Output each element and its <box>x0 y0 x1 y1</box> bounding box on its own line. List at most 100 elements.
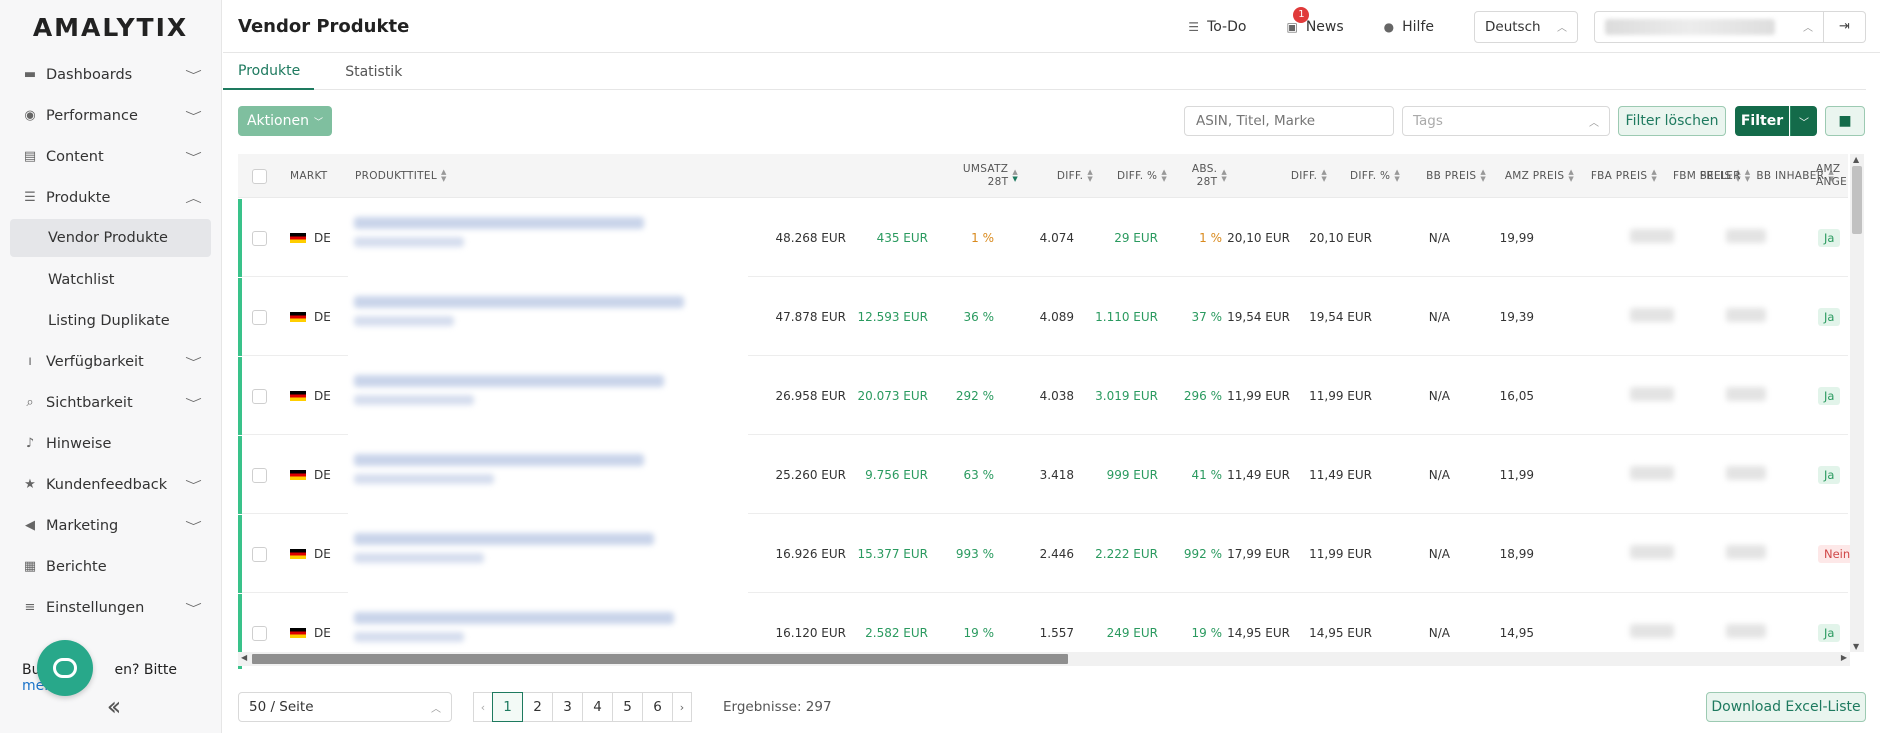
row-checkbox[interactable] <box>252 467 267 483</box>
filter-dropdown-button[interactable]: ﹀ <box>1790 106 1817 136</box>
germany-flag-icon <box>290 549 306 559</box>
header-diff2[interactable]: DIFF. ▲ ▼ <box>1238 154 1327 198</box>
header-bb-preis[interactable]: BB PREIS ▲ ▼ <box>1398 154 1486 198</box>
row-checkbox[interactable] <box>252 625 267 641</box>
product-title-redacted[interactable] <box>348 199 748 277</box>
page-button[interactable]: 1 <box>492 692 523 722</box>
tab-produkte[interactable]: Produkte <box>223 54 315 90</box>
header-amz-angebot-wrap: AMZ ANGE <box>1816 163 1847 189</box>
filter-button[interactable]: Filter <box>1735 106 1789 136</box>
tags-select[interactable]: Tags ︿ <box>1402 106 1610 136</box>
cell-umsatz: 16.926 EUR <box>775 547 846 561</box>
header-abs[interactable]: ABS. 28T ▲ ▼ <box>1138 154 1227 198</box>
row-checkbox[interactable] <box>252 230 267 246</box>
account-select[interactable]: ︿ <box>1594 10 1824 43</box>
header-amz-preis[interactable]: AMZ PREIS ▲ ▼ <box>1478 154 1574 198</box>
page-button[interactable]: 6 <box>642 692 673 722</box>
saved-filters-button[interactable]: ■ <box>1825 106 1865 136</box>
row-checkbox[interactable] <box>252 388 267 404</box>
header-fba-preis[interactable]: FBA PREIS ▲ ▼ <box>1568 154 1657 198</box>
table-row[interactable]: DE 48.268 EUR 435 EUR 1 % 4.074 29 EUR 1 % 20,1… <box>238 199 1848 277</box>
row-checkbox[interactable] <box>252 309 267 325</box>
sidebar-item-berichte[interactable]: ▦ Berichte <box>0 546 221 587</box>
collapse-sidebar-icon[interactable]: ‹‹ <box>0 690 222 724</box>
news-link[interactable]: ▣ 1 News <box>1286 6 1344 35</box>
scroll-up-icon[interactable]: ▲ <box>1853 155 1859 164</box>
select-all-cell <box>252 154 268 198</box>
sidebar-subitem-watchlist[interactable]: Watchlist <box>0 259 221 300</box>
marketplace-code: DE <box>314 626 331 640</box>
sidebar-subitem-listing-duplikate[interactable]: Listing Duplikate <box>0 300 221 341</box>
actions-dropdown-button[interactable]: Aktionen ﹀ <box>238 106 332 136</box>
header-markt[interactable]: MARKT <box>290 154 350 198</box>
sidebar-subitem-vendor-produkte[interactable]: Vendor Produkte <box>10 219 211 257</box>
header-seller[interactable]: SELLER ▲ ▼ <box>1700 154 1760 198</box>
seller-redacted <box>1726 545 1766 559</box>
redacted-line <box>354 375 664 387</box>
help-link[interactable]: ● Hilfe <box>1384 19 1434 35</box>
cell-diff-pct: 292 % <box>955 389 994 403</box>
page-button[interactable]: 2 <box>522 692 553 722</box>
cell-diff2: 2.222 EUR <box>1095 547 1158 561</box>
chat-widget-button[interactable] <box>37 640 93 696</box>
sidebar-item-verf-gbarkeit[interactable]: ı Verfügbarkeit ﹀ <box>0 341 221 382</box>
tab-statistik[interactable]: Statistik <box>330 54 416 90</box>
page-button[interactable]: 5 <box>612 692 643 722</box>
seller-redacted <box>1726 624 1766 638</box>
header-amz-angebot-label-2: ANGE <box>1816 176 1848 188</box>
product-title-redacted[interactable] <box>348 436 748 514</box>
page-button[interactable]: 4 <box>582 692 613 722</box>
vertical-scroll-thumb[interactable] <box>1852 166 1862 234</box>
download-excel-button[interactable]: Download Excel-Liste <box>1706 692 1866 722</box>
header-diff[interactable]: DIFF. ▲ ▼ <box>1008 154 1093 198</box>
next-page-icon[interactable]: › <box>672 692 692 722</box>
page-button[interactable]: 3 <box>552 692 583 722</box>
header-amz-angebot[interactable]: AMZ ANGE <box>1816 154 1848 198</box>
scroll-down-icon[interactable]: ▼ <box>1853 642 1859 651</box>
language-select[interactable]: Deutsch ︿ <box>1474 10 1578 43</box>
sidebar-item-einstellungen[interactable]: ≡ Einstellungen ﹀ <box>0 587 221 628</box>
toolbar: Aktionen ﹀ Tags ︿ Filter löschen Filter … <box>238 106 1866 138</box>
topbar: Vendor Produkte ☰ To-Do ▣ 1 News ● Hilfe… <box>223 0 1880 53</box>
cell-amz-preis: 20,10 EUR <box>1309 231 1372 245</box>
header-produkttitel[interactable]: PRODUKTTITEL ▲ ▼ <box>355 154 475 198</box>
product-title-redacted[interactable] <box>348 515 748 593</box>
sidebar-item-content[interactable]: ▤ Content ﹀ <box>0 136 221 177</box>
sidebar-item-dashboards[interactable]: ▬ Dashboards ﹀ <box>0 54 221 95</box>
logout-button[interactable]: ⇥ <box>1824 10 1866 43</box>
row-checkbox[interactable] <box>252 546 267 562</box>
sidebar-item-hinweise[interactable]: ♪ Hinweise <box>0 423 221 464</box>
amz-angebot-badge: Ja <box>1818 229 1841 247</box>
table-row[interactable]: DE 16.926 EUR 15.377 EUR 993 % 2.446 2.222 EU… <box>238 515 1857 593</box>
cell-umsatz: 47.878 EUR <box>775 310 846 324</box>
table-row[interactable]: DE 26.958 EUR 20.073 EUR 292 % 4.038 3.019 EU… <box>238 357 1848 435</box>
cell-amz-preis: 19,54 EUR <box>1309 310 1372 324</box>
table-row[interactable]: DE 25.260 EUR 9.756 EUR 63 % 3.418 999 EUR 41 … <box>238 436 1848 514</box>
clear-filter-button[interactable]: Filter löschen <box>1618 106 1726 136</box>
prev-page-icon[interactable]: ‹ <box>473 692 493 722</box>
select-all-checkbox[interactable] <box>252 168 267 184</box>
page-size-select[interactable]: 50 / Seite ︿ <box>238 692 452 722</box>
product-title-redacted[interactable] <box>348 278 748 356</box>
row-status-indicator <box>238 199 242 277</box>
cell-markt: DE <box>290 278 331 356</box>
product-title-redacted[interactable] <box>348 357 748 435</box>
horizontal-scroll-thumb[interactable] <box>252 654 1068 664</box>
vertical-scrollbar[interactable]: ▲ ▼ <box>1850 154 1864 652</box>
search-input[interactable] <box>1184 106 1394 136</box>
todo-link[interactable]: ☰ To-Do <box>1188 19 1246 35</box>
sidebar-item-produkte[interactable]: ☰ Produkte ︿ <box>0 177 221 218</box>
sidebar-item-performance[interactable]: ◉ Performance ﹀ <box>0 95 221 136</box>
header-diff2-pct[interactable]: DIFF. % ▲ ▼ <box>1318 154 1400 198</box>
sidebar-item-kundenfeedback[interactable]: ★ Kundenfeedback ﹀ <box>0 464 221 505</box>
amz-angebot-badge: Ja <box>1818 624 1841 642</box>
horizontal-scrollbar[interactable]: ◀ ▶ <box>238 652 1850 666</box>
header-umsatz[interactable]: UMSATZ 28T ▲ ▼ <box>778 154 1018 198</box>
table-row[interactable]: DE 47.878 EUR 12.593 EUR 36 % 4.089 1.110 EUR… <box>238 278 1848 356</box>
scroll-right-icon[interactable]: ▶ <box>1841 653 1847 662</box>
cell-abs: 2.446 <box>1039 547 1074 561</box>
sidebar-item-marketing[interactable]: ◀ Marketing ﹀ <box>0 505 221 546</box>
scroll-left-icon[interactable]: ◀ <box>241 653 247 662</box>
sidebar-item-sichtbarkeit[interactable]: ⌕ Sichtbarkeit ﹀ <box>0 382 221 423</box>
brand-logo[interactable]: AMALYTIX <box>0 0 221 54</box>
